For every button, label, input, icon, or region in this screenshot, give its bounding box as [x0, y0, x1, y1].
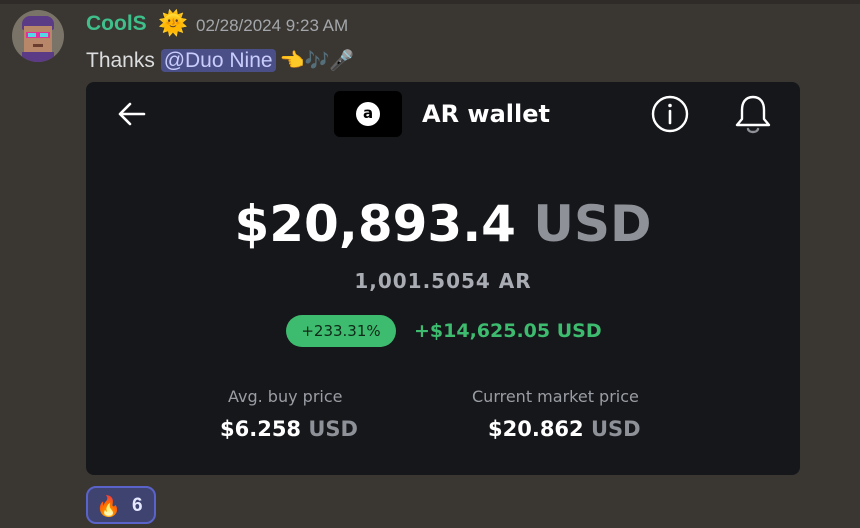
message-content: Thanks @Duo Nine 👈🎶🎤 [86, 46, 354, 76]
avg-buy-price-amount: $6.258 [220, 417, 302, 441]
avg-buy-price-unit: USD [308, 417, 358, 441]
usd-gain: +$14,625.05 USD [414, 320, 602, 342]
avatar[interactable] [12, 10, 64, 62]
message-emoji: 👈🎶🎤 [279, 50, 355, 72]
message-text: Thanks [86, 49, 161, 72]
ar-logo-chip: a [334, 91, 402, 137]
avatar-face [24, 26, 52, 52]
reaction-count: 6 [132, 495, 143, 516]
user-mention[interactable]: @Duo Nine [160, 49, 276, 72]
market-price-value: $20.862 USD [488, 413, 641, 445]
message-timestamp: 02/28/2024 9:23 AM [196, 16, 349, 35]
market-price-unit: USD [590, 417, 641, 441]
percent-change-badge: +233.31% [286, 315, 396, 347]
balance-value: $20,893.4 [234, 195, 516, 253]
username[interactable]: CoolS [86, 10, 147, 38]
market-price-label: Current market price [472, 387, 639, 406]
avatar-body [22, 52, 54, 62]
balance-unit: USD [533, 195, 652, 253]
avatar-mouth [33, 44, 43, 47]
avatar-lens-right [40, 33, 48, 37]
ar-logo-icon: a [356, 102, 380, 126]
sun-badge-icon: 🌞 [158, 9, 188, 37]
wallet-screenshot[interactable]: a AR wallet $20,893.4 USD 1,001.5054 AR … [86, 82, 800, 475]
back-arrow-icon[interactable] [114, 96, 150, 132]
avg-buy-price-value: $6.258 USD [220, 413, 358, 445]
bell-icon[interactable] [732, 92, 774, 138]
wallet-title: AR wallet [422, 100, 550, 128]
ar-balance: 1,001.5054 AR [354, 269, 532, 293]
reaction-fire[interactable]: 🔥 6 [86, 486, 156, 524]
usd-balance: $20,893.4 USD [86, 192, 800, 256]
avatar-lens-left [28, 33, 36, 37]
fire-icon: 🔥 [96, 494, 121, 518]
info-icon[interactable] [650, 94, 690, 134]
avg-buy-price-label: Avg. buy price [228, 387, 343, 406]
market-price-amount: $20.862 [488, 417, 584, 441]
top-divider [0, 0, 860, 4]
